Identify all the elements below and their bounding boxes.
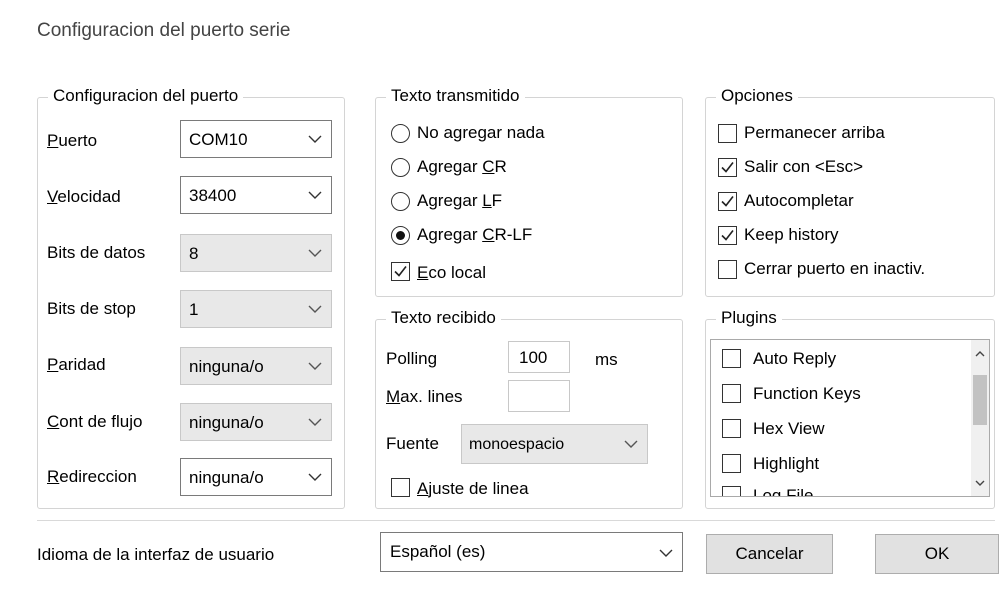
- redireccion-select[interactable]: ninguna/o: [180, 458, 332, 496]
- chevron-down-icon: [308, 473, 322, 481]
- autocompletar-label: Autocompletar: [744, 191, 854, 210]
- tx-radio-lf[interactable]: [391, 192, 410, 211]
- checkmark-icon: [721, 162, 734, 173]
- puerto-label: Puerto: [47, 131, 98, 150]
- flujo-select[interactable]: ninguna/o: [180, 403, 332, 441]
- polling-input[interactable]: 100: [508, 341, 570, 373]
- eco-local-checkbox[interactable]: [391, 262, 410, 281]
- options-title: Opciones: [716, 86, 798, 106]
- velocidad-label: Velocidad: [47, 187, 121, 206]
- plugin-checkbox[interactable]: [722, 419, 741, 438]
- salir-esc-checkbox[interactable]: [718, 158, 737, 177]
- polling-label: Polling: [386, 349, 438, 368]
- chevron-down-icon: [308, 305, 322, 313]
- salir-esc-label: Salir con <Esc>: [744, 157, 864, 176]
- tx-option-cr-label: Agregar CR: [417, 157, 507, 176]
- scrollbar-thumb[interactable]: [973, 375, 987, 425]
- ok-button[interactable]: OK: [875, 534, 999, 574]
- bits-stop-label: Bits de stop: [47, 299, 136, 318]
- plugins-scrollbar[interactable]: [971, 340, 989, 496]
- checkmark-icon: [721, 230, 734, 241]
- window-title: Configuracion del puerto serie: [37, 20, 291, 41]
- language-label: Idioma de la interfaz de usuario: [37, 545, 275, 564]
- checkmark-icon: [721, 196, 734, 207]
- puerto-select[interactable]: COM10: [180, 120, 332, 158]
- permanecer-arriba-checkbox[interactable]: [718, 124, 737, 143]
- footer-separator: [37, 520, 995, 521]
- tx-option-crlf-label: Agregar CR-LF: [417, 225, 533, 244]
- cancel-button[interactable]: Cancelar: [706, 534, 833, 574]
- plugin-label: Log File: [753, 486, 814, 497]
- chevron-up-icon[interactable]: [974, 348, 986, 360]
- tx-radio-none[interactable]: [391, 124, 410, 143]
- plugin-label: Highlight: [753, 454, 820, 473]
- tx-option-lf-label: Agregar LF: [417, 191, 503, 210]
- cerrar-puerto-label: Cerrar puerto en inactiv.: [744, 259, 926, 278]
- plugins-title: Plugins: [716, 308, 782, 328]
- flujo-label: Cont de flujo: [47, 412, 143, 431]
- polling-unit: ms: [595, 350, 618, 369]
- rx-title: Texto recibido: [386, 308, 501, 328]
- maxlines-input[interactable]: [508, 380, 570, 412]
- chevron-down-icon: [308, 135, 322, 143]
- tx-option-none-label: No agregar nada: [417, 123, 545, 142]
- ajuste-linea-checkbox[interactable]: [391, 478, 410, 497]
- port-config-title: Configuracion del puerto: [48, 86, 244, 106]
- plugin-checkbox[interactable]: [722, 486, 741, 496]
- chevron-down-icon: [659, 549, 673, 557]
- paridad-label: Paridad: [47, 355, 106, 374]
- autocompletar-checkbox[interactable]: [718, 192, 737, 211]
- ajuste-linea-label: Ajuste de linea: [417, 479, 529, 498]
- plugin-checkbox[interactable]: [722, 384, 741, 403]
- fuente-label: Fuente: [386, 434, 439, 453]
- eco-local-label: Eco local: [417, 263, 486, 282]
- plugins-list[interactable]: Auto Reply Function Keys Hex View Highli…: [710, 339, 990, 497]
- permanecer-arriba-label: Permanecer arriba: [744, 123, 885, 142]
- plugin-label: Function Keys: [753, 384, 861, 403]
- bits-datos-label: Bits de datos: [47, 243, 146, 262]
- plugin-checkbox[interactable]: [722, 349, 741, 368]
- bits-datos-select[interactable]: 8: [180, 234, 332, 272]
- language-select[interactable]: Español (es): [380, 532, 683, 572]
- keep-history-label: Keep history: [744, 225, 839, 244]
- chevron-down-icon: [308, 418, 322, 426]
- chevron-down-icon: [624, 440, 638, 448]
- chevron-down-icon: [308, 249, 322, 257]
- plugin-checkbox[interactable]: [722, 454, 741, 473]
- tx-title: Texto transmitido: [386, 86, 525, 106]
- fuente-select[interactable]: monoespacio: [461, 424, 648, 464]
- plugin-label: Hex View: [753, 419, 825, 438]
- maxlines-label: Max. lines: [386, 387, 463, 406]
- checkmark-icon: [394, 266, 407, 277]
- plugin-label: Auto Reply: [753, 349, 837, 368]
- redireccion-label: Redireccion: [47, 467, 137, 486]
- tx-radio-cr[interactable]: [391, 158, 410, 177]
- chevron-down-icon: [308, 362, 322, 370]
- tx-radio-crlf[interactable]: [391, 226, 410, 245]
- keep-history-checkbox[interactable]: [718, 226, 737, 245]
- bits-stop-select[interactable]: 1: [180, 290, 332, 328]
- velocidad-select[interactable]: 38400: [180, 176, 332, 214]
- cerrar-puerto-checkbox[interactable]: [718, 260, 737, 279]
- chevron-down-icon[interactable]: [974, 477, 986, 489]
- paridad-select[interactable]: ninguna/o: [180, 347, 332, 385]
- chevron-down-icon: [308, 191, 322, 199]
